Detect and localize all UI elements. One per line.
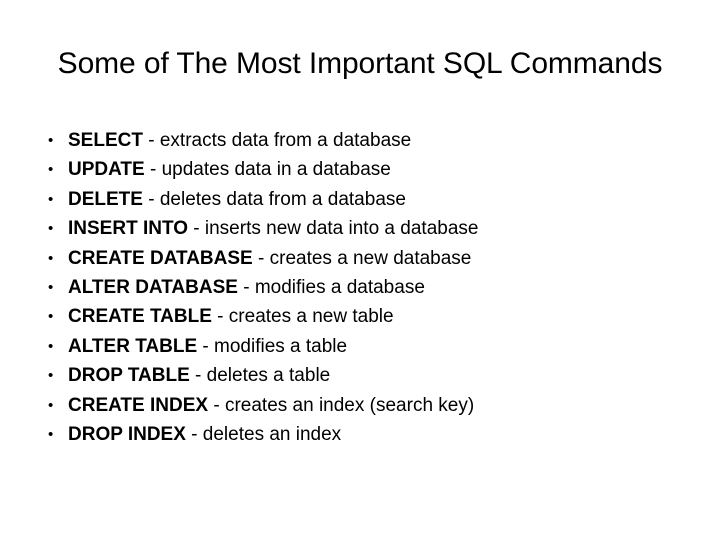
sql-command-separator: -	[208, 394, 225, 416]
sql-command-name: ALTER TABLE	[68, 335, 198, 357]
sql-command-name: CREATE INDEX	[68, 394, 209, 416]
list-item: • SELECT - extracts data from a database	[44, 126, 684, 155]
bullet-icon: •	[48, 190, 54, 208]
bullet-icon: •	[48, 367, 54, 385]
sql-command-name: CREATE DATABASE	[68, 247, 253, 269]
sql-command-separator: -	[237, 276, 255, 298]
list-item: • DROP TABLE - deletes a table	[44, 361, 684, 390]
list-item: • INSERT INTO - inserts new data into a d…	[44, 214, 684, 243]
sql-command-description: modifies a database	[254, 276, 425, 298]
sql-command-name: ALTER DATABASE	[68, 276, 238, 298]
sql-command-separator: -	[211, 306, 229, 328]
bullet-icon: •	[48, 220, 54, 238]
sql-command-name: DROP TABLE	[68, 365, 190, 387]
sql-command-name: INSERT INTO	[68, 218, 188, 240]
sql-command-description: modifies a table	[214, 335, 348, 357]
sql-command-separator: -	[252, 247, 270, 269]
sql-command-name: DROP INDEX	[68, 423, 186, 445]
bullet-icon: •	[48, 337, 54, 355]
bullet-icon: •	[48, 249, 54, 267]
list-item: • CREATE DATABASE - creates a new databas…	[44, 244, 684, 273]
slide-canvas: Some of The Most Important SQL Commands …	[0, 0, 720, 540]
page-title: Some of The Most Important SQL Commands	[57, 47, 663, 81]
list-item: • ALTER TABLE - modifies a table	[44, 332, 684, 361]
sql-command-name: DELETE	[68, 188, 143, 210]
sql-command-name: CREATE TABLE	[68, 306, 212, 328]
list-item: • UPDATE - updates data in a database	[44, 155, 684, 184]
list-item: • CREATE TABLE - creates a new table	[44, 302, 684, 331]
sql-command-description: creates an index (search key)	[224, 394, 475, 416]
sql-command-description: extracts data from a database	[159, 130, 412, 151]
sql-command-description: deletes a table	[206, 365, 331, 387]
sql-command-description: deletes data from a database	[159, 188, 406, 210]
bullet-icon: •	[48, 308, 54, 326]
sql-command-list: • SELECT - extracts data from a database •…	[44, 126, 684, 449]
sql-command-separator: -	[142, 130, 160, 151]
slide-content-body: • SELECT - extracts data from a database •…	[44, 126, 684, 449]
list-item: • DELETE - deletes data from a database	[44, 185, 684, 214]
sql-command-description: creates a new table	[228, 306, 394, 328]
sql-command-separator: -	[189, 365, 207, 387]
sql-command-name: SELECT	[68, 130, 143, 151]
sql-command-separator: -	[142, 188, 160, 210]
bullet-icon: •	[48, 161, 54, 179]
sql-command-description: deletes an index	[202, 423, 342, 445]
bullet-icon: •	[48, 278, 54, 296]
list-item: • ALTER DATABASE - modifies a database	[44, 273, 684, 302]
sql-command-description: updates data in a database	[161, 159, 391, 181]
sql-command-description: inserts new data into a database	[204, 218, 479, 240]
list-item: • DROP INDEX - deletes an index	[44, 420, 684, 449]
bullet-icon: •	[48, 396, 54, 414]
sql-command-name: UPDATE	[68, 159, 145, 181]
list-item: • CREATE INDEX - creates an index (search…	[44, 391, 684, 420]
sql-command-description: creates a new database	[269, 247, 472, 269]
bullet-icon: •	[48, 132, 54, 149]
sql-command-separator: -	[185, 423, 203, 445]
bullet-icon: •	[48, 425, 54, 443]
sql-command-separator: -	[144, 159, 162, 181]
sql-command-separator: -	[188, 218, 205, 240]
sql-command-separator: -	[197, 335, 215, 357]
